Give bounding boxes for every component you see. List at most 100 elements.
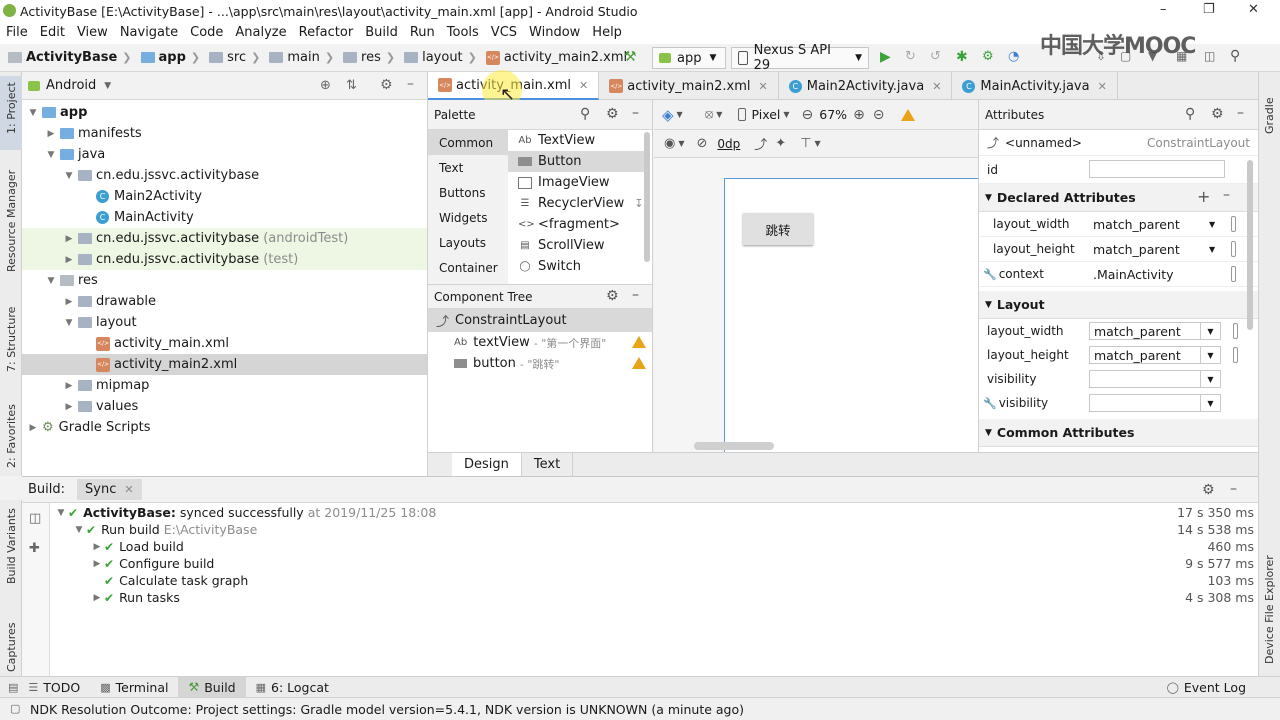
tool-resource-manager[interactable]: Resource Manager — [5, 170, 18, 272]
tree-item[interactable]: ▶ cn.edu.jssvc.activitybase (test) — [22, 249, 427, 270]
tools-visibility-select[interactable]: ▼ — [1089, 394, 1221, 412]
palette-category-layouts[interactable]: Layouts — [428, 230, 508, 255]
tool-device-file-explorer[interactable]: Device File Explorer — [1263, 555, 1276, 664]
tree-item[interactable]: ▶ mipmap — [22, 375, 427, 396]
guidelines-icon[interactable]: ⊤ — [800, 136, 811, 151]
close-tab-icon[interactable]: ✕ — [932, 80, 941, 93]
tree-item[interactable]: C MainActivity — [22, 207, 427, 228]
expand-right-icon[interactable]: ▶ — [62, 255, 76, 265]
warning-icon[interactable] — [632, 357, 646, 369]
project-structure-icon[interactable]: ◫ — [1204, 49, 1215, 63]
menu-navigate[interactable]: Navigate — [114, 22, 184, 43]
toggle-view-icon[interactable]: ◫ — [29, 511, 41, 526]
tree-node-button[interactable]: button - "跳转" — [428, 353, 652, 374]
breadcrumb-src[interactable]: src ❯ — [209, 50, 265, 65]
expand-right-icon[interactable]: ▶ — [62, 234, 76, 244]
id-input[interactable] — [1089, 160, 1225, 178]
build-row[interactable]: ▼ ✔ ActivityBase: synced successfully at 201… — [50, 504, 1258, 521]
expand-right-icon[interactable]: ▶ — [62, 381, 76, 391]
palette-category-widgets[interactable]: Widgets — [428, 205, 508, 230]
declared-layout-width-value[interactable]: match_parent — [1093, 217, 1180, 232]
resource-picker-icon[interactable] — [1231, 266, 1236, 282]
tab-mainactivity[interactable]: C MainActivity.java ✕ — [952, 72, 1118, 100]
warning-icon[interactable] — [632, 336, 646, 348]
collapse-all-icon[interactable]: ⇅ — [346, 78, 357, 93]
tree-item[interactable]: </> activity_main2.xml — [22, 354, 427, 375]
device-preview[interactable]: 跳转 — [724, 178, 984, 452]
default-margin[interactable]: 0dp — [717, 137, 740, 151]
breadcrumb-project[interactable]: ActivityBase ❯ — [8, 50, 137, 65]
menu-window[interactable]: Window — [523, 22, 586, 43]
search-everywhere-icon[interactable]: ⚲ — [1230, 48, 1240, 64]
build-row[interactable]: ▶ ✔ Run tasks 4 s 308 ms — [50, 589, 1258, 606]
chevron-down-icon[interactable]: ▼ — [783, 110, 789, 119]
hide-icon[interactable]: – — [632, 287, 639, 303]
resource-picker-icon[interactable] — [1231, 241, 1236, 257]
resource-picker-icon[interactable] — [1231, 216, 1236, 232]
expand-right-icon[interactable]: ▶ — [62, 402, 76, 412]
minimize-icon[interactable]: – — [1160, 2, 1167, 17]
expand-down-icon[interactable]: ▼ — [54, 508, 68, 518]
tree-item[interactable]: C Main2Activity — [22, 186, 427, 207]
chevron-down-icon[interactable]: ▼ — [1209, 245, 1215, 254]
chevron-down-icon[interactable]: ▼ — [815, 139, 821, 148]
gear-icon[interactable]: ⚙ — [606, 106, 619, 122]
gear-icon[interactable]: ⚙ — [1211, 106, 1224, 122]
expand-right-icon[interactable]: ▶ — [90, 593, 104, 603]
layers-icon[interactable]: ◈ — [662, 106, 674, 124]
hammer-icon[interactable]: ⚒ — [624, 49, 637, 65]
chevron-down-icon[interactable]: ▼ — [716, 110, 722, 119]
tree-item[interactable]: ▼ cn.edu.jssvc.activitybase — [22, 165, 427, 186]
tool-project[interactable]: 1: Project — [5, 82, 18, 134]
tool-gradle[interactable]: Gradle — [1263, 97, 1276, 134]
resource-picker-icon[interactable] — [1233, 347, 1238, 363]
remove-attribute-icon[interactable]: – — [1223, 187, 1230, 203]
menu-code[interactable]: Code — [184, 22, 229, 43]
tree-node-textview[interactable]: Ab textView - "第一个界面" — [428, 332, 652, 353]
menu-build[interactable]: Build — [359, 22, 404, 43]
tree-item[interactable]: ▼ res — [22, 270, 427, 291]
debug-icon[interactable]: ✱ — [956, 49, 968, 65]
tool-build-variants[interactable]: Build Variants — [5, 508, 18, 584]
locate-icon[interactable]: ⊕ — [320, 78, 331, 93]
menu-tools[interactable]: Tools — [441, 22, 485, 43]
hide-icon[interactable]: – — [407, 76, 414, 92]
close-icon[interactable]: ✕ — [1248, 2, 1259, 17]
tool-window-toggle-icon[interactable]: ▤ — [8, 681, 18, 694]
expand-right-icon[interactable]: ▶ — [62, 297, 76, 307]
tree-item[interactable]: ▶ cn.edu.jssvc.activitybase (androidTest) — [22, 228, 427, 249]
preview-button[interactable]: 跳转 — [743, 213, 813, 245]
close-tab-icon[interactable]: ✕ — [579, 79, 588, 92]
palette-item-fragment[interactable]: <> <fragment> — [508, 214, 644, 235]
expand-down-icon[interactable]: ▼ — [62, 318, 76, 328]
tool-structure[interactable]: 7: Structure — [5, 307, 18, 372]
tree-item[interactable]: </> activity_main.xml — [22, 333, 427, 354]
breadcrumb-main[interactable]: main ❯ — [269, 50, 339, 65]
gear-icon[interactable]: ⚙ — [380, 77, 393, 93]
breadcrumb-file[interactable]: </> activity_main2.xml — [485, 50, 627, 65]
chevron-down-icon[interactable]: ▼ — [1209, 220, 1215, 229]
apply-code-icon[interactable]: ↺ — [930, 49, 941, 64]
tree-item[interactable]: ▶ ⚙ Gradle Scripts — [22, 417, 427, 438]
build-row[interactable]: ▼ ✔ Run build E:\ActivityBase 14 s 538 ms — [50, 521, 1258, 538]
declared-layout-height-value[interactable]: match_parent — [1093, 242, 1180, 257]
layout-height-select[interactable]: match_parent ▼ — [1089, 346, 1221, 364]
menu-vcs[interactable]: VCS — [485, 22, 523, 43]
resource-picker-icon[interactable] — [1233, 323, 1238, 339]
menu-run[interactable]: Run — [404, 22, 441, 43]
hide-icon[interactable]: – — [1237, 105, 1244, 121]
eye-icon[interactable]: ◉ — [664, 136, 675, 151]
hide-icon[interactable]: – — [1230, 481, 1237, 497]
build-row[interactable]: ▶ ✔ Load build 460 ms — [50, 538, 1258, 555]
canvas-scrollbar[interactable] — [694, 442, 774, 450]
gear-icon[interactable]: ⚙ — [1202, 482, 1215, 498]
menu-refactor[interactable]: Refactor — [293, 22, 360, 43]
expand-down-icon[interactable]: ▼ — [72, 525, 86, 535]
tab-text[interactable]: Text — [522, 453, 574, 476]
chevron-down-icon[interactable]: ▼ — [104, 81, 111, 91]
expand-down-icon[interactable]: ▼ — [44, 150, 58, 160]
palette-category-buttons[interactable]: Buttons — [428, 180, 508, 205]
palette-item-recyclerview[interactable]: ☰ RecyclerView ↧ — [508, 193, 644, 214]
chevron-down-icon[interactable]: ▼ — [677, 110, 683, 119]
tab-main2activity[interactable]: C Main2Activity.java ✕ — [779, 72, 953, 100]
